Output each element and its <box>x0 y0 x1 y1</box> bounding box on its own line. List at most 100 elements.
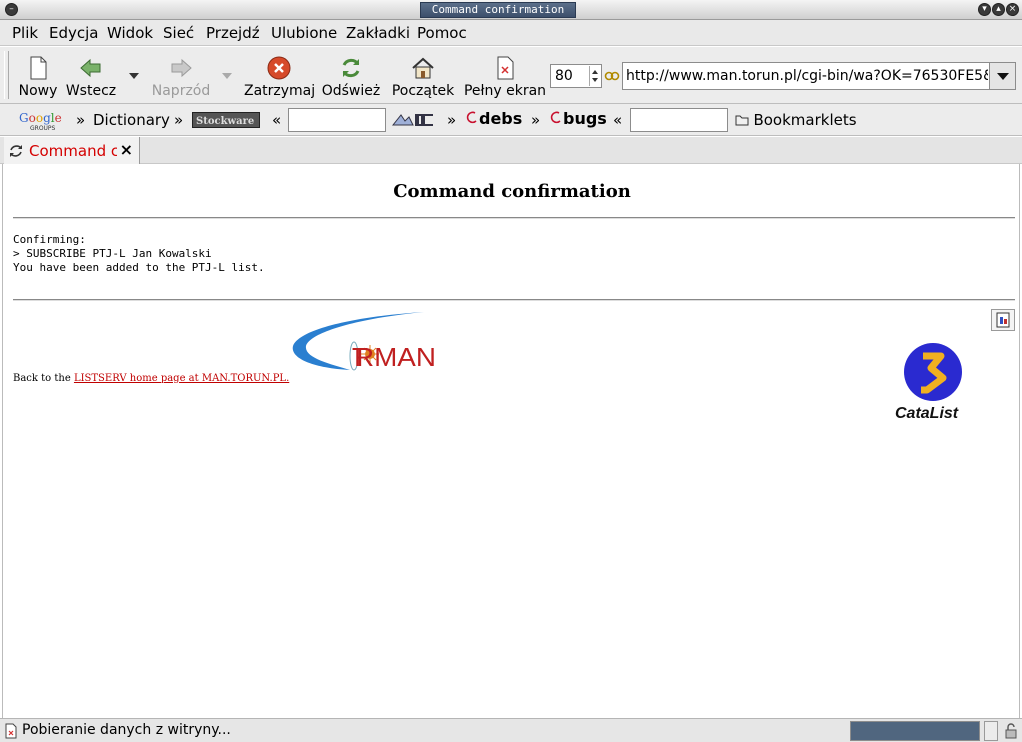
back-button[interactable]: Wstecz <box>64 55 118 99</box>
menu-siec[interactable]: Sieć <box>163 24 194 42</box>
tab-bar: Command co × <box>0 137 1022 164</box>
folder-icon <box>735 115 749 126</box>
status-text: Pobieranie danych z witryny... <box>22 722 231 738</box>
stockware-logo-icon: Stockware <box>196 116 254 127</box>
page-status-icon <box>5 723 17 739</box>
catalist-logo-text: CataList <box>895 405 959 422</box>
menu-pomoc[interactable]: Pomoc <box>417 24 467 42</box>
bookmark-search-input-2[interactable] <box>630 108 728 132</box>
bookmark-separator: « <box>613 111 623 129</box>
torman-logo[interactable]: RMAN T <box>290 310 438 376</box>
page-tool-icon[interactable] <box>991 309 1015 331</box>
zoom-value: 80 <box>555 68 573 84</box>
toolbar-grip[interactable] <box>4 51 9 99</box>
debian-swirl-icon <box>550 111 561 124</box>
back-prefix: Back to the <box>13 373 74 384</box>
reload-icon <box>342 58 360 78</box>
progress-fill <box>851 722 979 740</box>
bookmark-separator: » <box>76 111 86 129</box>
menu-plik[interactable]: Plik <box>12 24 38 42</box>
bookmarklets-label: Bookmarklets <box>753 111 857 129</box>
loading-icon <box>10 145 22 157</box>
status-field-small <box>984 721 998 741</box>
bookmark-bugs[interactable]: bugs <box>549 109 607 128</box>
tab-label: Command co <box>29 142 117 160</box>
google-groups-logo-icon: Google GROUPS <box>19 111 62 132</box>
new-document-icon <box>30 56 47 80</box>
bookmark-dictionary[interactable]: Dictionary <box>93 111 170 129</box>
spin-arrows-icon <box>592 70 598 82</box>
page-heading: Command confirmation <box>393 181 631 202</box>
confirmation-text: Confirming: > SUBSCRIBE PTJ-L Jan Kowalsk… <box>13 233 265 275</box>
svg-text:Stockware: Stockware <box>196 116 254 127</box>
debs-label: debs <box>479 109 523 128</box>
bookmark-separator: « <box>272 111 282 129</box>
page-content: Command confirmation Confirming: > SUBSCR… <box>2 164 1020 718</box>
bookmark-folder-bookmarklets[interactable]: Bookmarklets <box>735 111 857 129</box>
bookmark-separator: » <box>531 111 541 129</box>
zoom-spinbox[interactable]: 80 <box>550 64 602 88</box>
fullscreen-button[interactable]: Pełny ekran <box>463 55 547 99</box>
status-bar: Pobieranie danych z witryny... <box>0 718 1022 742</box>
window-titlebar: – Command confirmation ▾ ▴ × <box>0 0 1022 20</box>
zoom-spin-buttons[interactable] <box>589 66 600 86</box>
search-engine-logo-icon[interactable] <box>391 111 437 129</box>
divider <box>13 299 1015 301</box>
home-icon <box>412 57 434 79</box>
stop-icon <box>267 56 291 80</box>
confirmation-line: You have been added to the PTJ-L list. <box>13 261 265 274</box>
back-to-home: Back to the LISTSERV home page at MAN.TO… <box>13 373 289 384</box>
bookmark-debs[interactable]: debs <box>465 109 522 128</box>
url-input[interactable]: http://www.man.torun.pl/cgi-bin/wa?OK=76… <box>626 68 988 84</box>
url-history-dropdown[interactable] <box>989 63 1015 89</box>
bookmark-separator: » <box>447 111 457 129</box>
stockware-bookmark[interactable]: Stockware <box>192 112 260 128</box>
svg-text:GROUPS: GROUPS <box>30 125 56 132</box>
go-icon[interactable] <box>604 68 620 84</box>
menu-widok[interactable]: Widok <box>107 24 153 42</box>
reload-button[interactable]: Odśwież <box>320 55 382 99</box>
window-menu-icon[interactable]: – <box>5 3 18 16</box>
menu-edycja[interactable]: Edycja <box>49 24 98 42</box>
forward-history-dropdown-icon[interactable] <box>221 72 233 80</box>
stop-label: Zatrzymaj <box>244 83 316 99</box>
maximize-icon[interactable]: ▴ <box>992 3 1005 16</box>
reload-label: Odśwież <box>321 83 381 99</box>
listserv-home-link[interactable]: LISTSERV home page at MAN.TORUN.PL. <box>74 373 289 384</box>
catalist-logo[interactable]: CataList <box>893 342 965 422</box>
window-title: Command confirmation <box>420 2 576 18</box>
confirmation-line: > SUBSCRIBE PTJ-L Jan Kowalski <box>13 247 212 260</box>
stop-button[interactable]: Zatrzymaj <box>244 55 316 99</box>
url-bar[interactable]: http://www.man.torun.pl/cgi-bin/wa?OK=76… <box>622 62 1016 90</box>
debian-swirl-icon <box>466 111 477 124</box>
forward-arrow-icon <box>171 58 192 78</box>
menu-przejdz[interactable]: Przejdź <box>206 24 260 42</box>
menu-ulubione[interactable]: Ulubione <box>271 24 337 42</box>
bookmark-search-input-1[interactable] <box>288 108 386 132</box>
back-history-dropdown-icon[interactable] <box>128 72 140 80</box>
svg-text:T: T <box>352 342 368 372</box>
fullscreen-label: Pełny ekran <box>463 83 547 99</box>
back-label: Wstecz <box>65 83 117 99</box>
menu-bar: Plik Edycja Widok Sieć Przejdź Ulubione … <box>0 20 1022 46</box>
home-label: Początek <box>391 83 455 99</box>
new-button[interactable]: Nowy <box>18 55 58 99</box>
google-groups-bookmark[interactable]: Google GROUPS <box>18 110 66 132</box>
loading-progress-bar <box>850 721 980 741</box>
divider <box>13 217 1015 219</box>
fullscreen-icon <box>497 56 514 80</box>
tab-command-confirmation[interactable]: Command co × <box>4 137 140 164</box>
back-arrow-icon <box>80 58 101 78</box>
confirmation-line: Confirming: <box>13 233 86 246</box>
svg-text:Google: Google <box>19 111 62 125</box>
minimize-icon[interactable]: ▾ <box>978 3 991 16</box>
forward-button[interactable]: Naprzód <box>150 55 212 99</box>
tab-close-icon[interactable]: × <box>120 140 133 159</box>
lock-icon[interactable] <box>1003 722 1019 740</box>
menu-zakladki[interactable]: Zakładki <box>346 24 410 42</box>
chevron-down-icon <box>997 73 1009 80</box>
forward-label: Naprzód <box>151 83 211 99</box>
close-window-icon[interactable]: × <box>1006 3 1019 16</box>
home-button[interactable]: Początek <box>389 55 457 99</box>
new-label: Nowy <box>18 83 58 99</box>
